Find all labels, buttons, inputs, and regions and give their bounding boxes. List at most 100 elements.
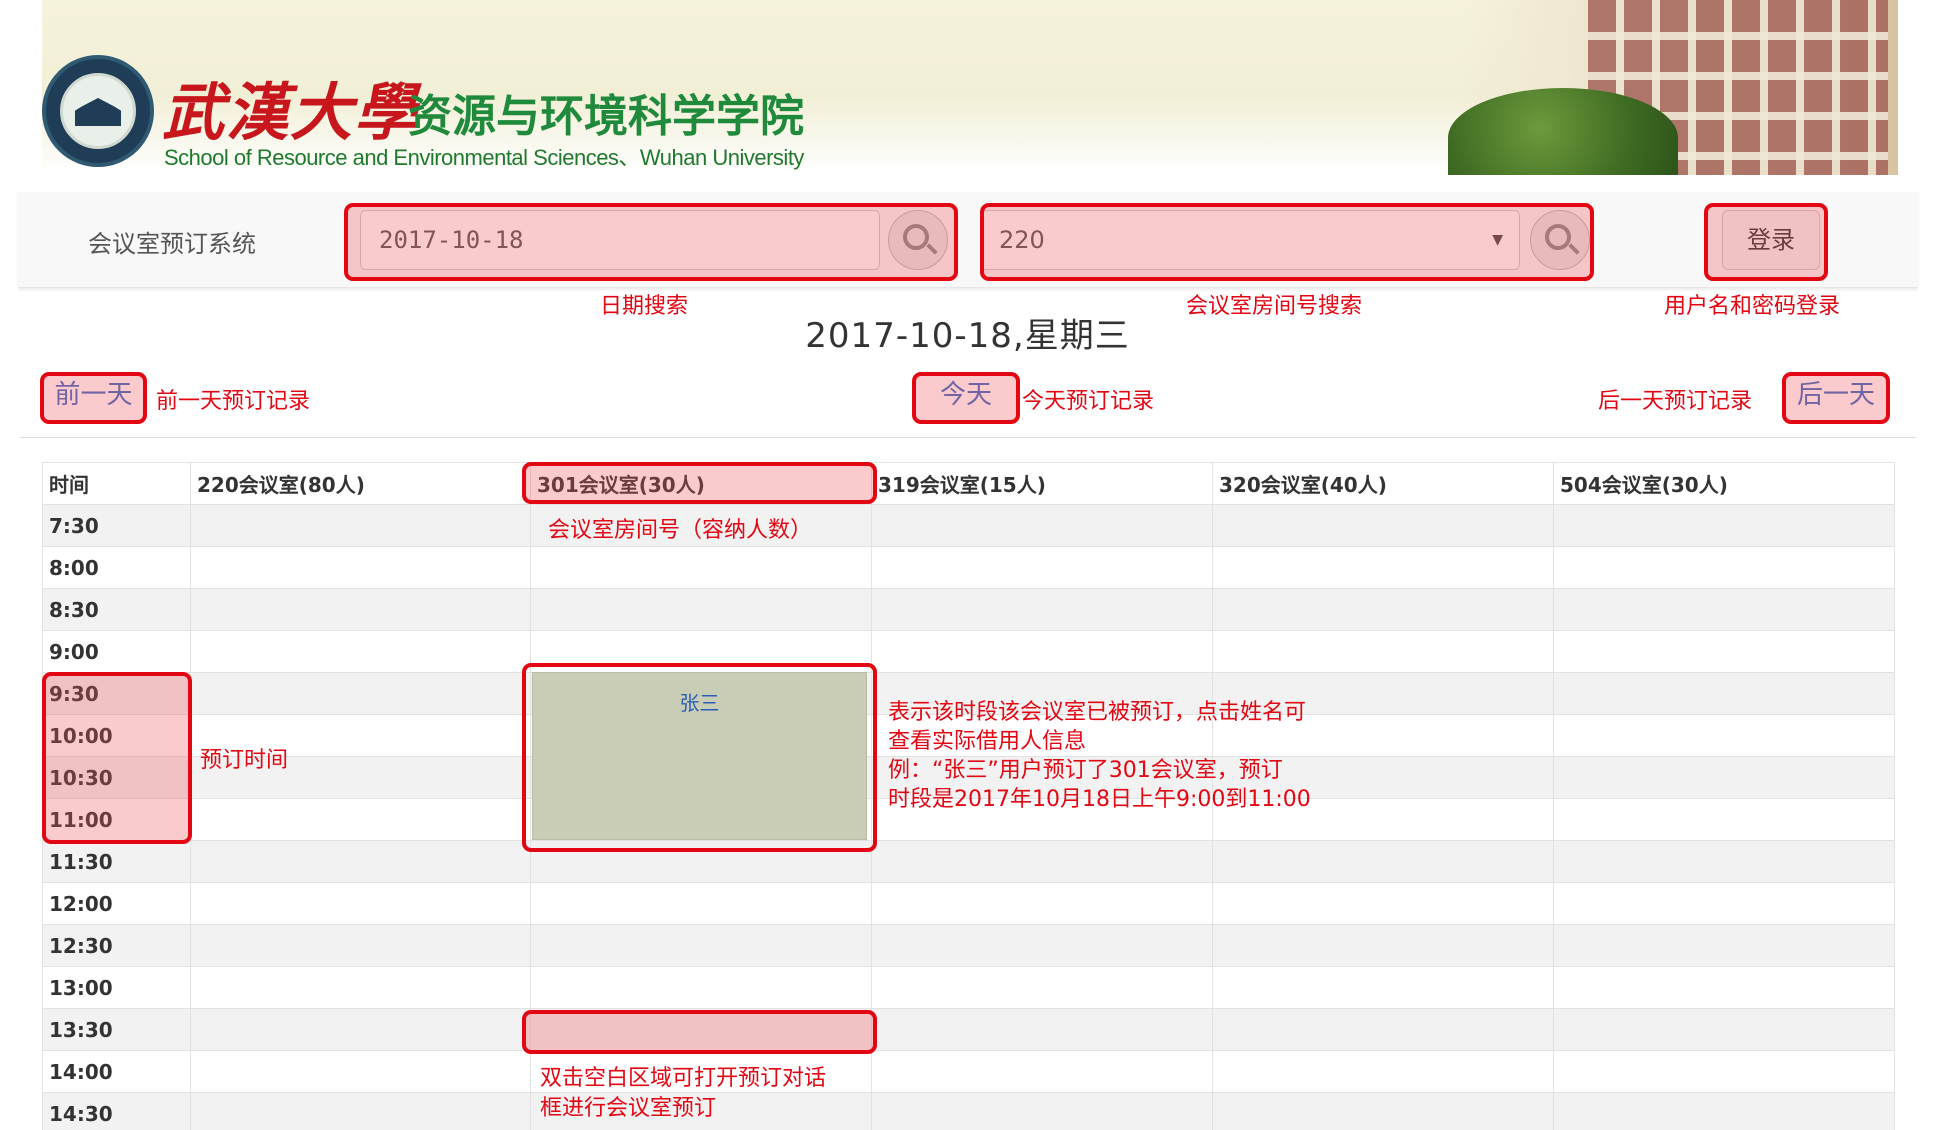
school-name-en: School of Resource and Environmental Sci… <box>164 145 804 170</box>
slot-cell[interactable] <box>1212 924 1554 967</box>
table-row: 12:30 <box>42 924 1895 967</box>
slot-cell[interactable] <box>190 798 531 841</box>
slot-cell[interactable] <box>190 1092 531 1130</box>
table-row: 7:30 <box>42 504 1895 547</box>
top-navbar: 会议室预订系统 2017-10-18 220 ▼ 登录 <box>18 192 1918 288</box>
room-select-value: 220 <box>999 226 1045 254</box>
note-booked-line1: 表示该时段该会议室已被预订，点击姓名可 <box>888 700 1307 725</box>
slot-cell[interactable] <box>1553 546 1895 589</box>
note-booked-line3: 例：“张三”用户预订了301会议室，预订 <box>888 758 1283 783</box>
note-room-number: 会议室房间号（容纳人数） <box>548 518 813 543</box>
slot-cell[interactable] <box>530 966 872 1009</box>
slot-cell[interactable] <box>1553 714 1895 757</box>
slot-cell[interactable] <box>190 588 531 631</box>
table-row: 9:00 <box>42 630 1895 673</box>
note-booked-line2: 查看实际借用人信息 <box>888 729 1087 754</box>
slot-cell[interactable] <box>871 546 1213 589</box>
slot-cell[interactable] <box>190 840 531 883</box>
slot-cell[interactable] <box>530 588 872 631</box>
next-day-link[interactable]: 后一天 <box>1782 374 1890 411</box>
time-cell: 11:00 <box>42 798 191 841</box>
slot-cell[interactable] <box>1212 1008 1554 1051</box>
university-brand-calligraphy: 武漢大學 <box>162 76 419 149</box>
slot-cell[interactable] <box>1212 1050 1554 1093</box>
slot-cell[interactable] <box>190 504 531 547</box>
slot-cell[interactable] <box>1212 882 1554 925</box>
slot-cell[interactable] <box>1553 1092 1895 1130</box>
slot-cell[interactable] <box>1212 504 1554 547</box>
slot-cell[interactable] <box>1212 840 1554 883</box>
slot-cell[interactable] <box>190 882 531 925</box>
slot-cell[interactable] <box>1553 882 1895 925</box>
note-next-record: 后一天预订记录 <box>1598 389 1753 414</box>
slot-cell[interactable] <box>871 630 1213 673</box>
slot-cell[interactable] <box>1553 588 1895 631</box>
slot-cell[interactable] <box>190 924 531 967</box>
system-title[interactable]: 会议室预订系统 <box>88 224 256 259</box>
logo-building-icon <box>75 98 121 126</box>
slot-cell[interactable] <box>1212 588 1554 631</box>
slot-cell[interactable] <box>1553 924 1895 967</box>
slot-cell[interactable] <box>1553 1050 1895 1093</box>
slot-cell[interactable] <box>1553 504 1895 547</box>
slot-cell[interactable] <box>530 546 872 589</box>
today-link[interactable]: 今天 <box>912 374 1020 411</box>
slot-cell[interactable] <box>1553 672 1895 715</box>
time-cell: 12:00 <box>42 882 191 925</box>
slot-cell[interactable] <box>1553 756 1895 799</box>
slot-cell[interactable] <box>190 672 531 715</box>
slot-cell[interactable] <box>190 1050 531 1093</box>
room-column-header: 220会议室(80人) <box>190 462 531 505</box>
prev-day-link[interactable]: 前一天 <box>40 374 147 411</box>
table-row: 14:30 <box>42 1092 1895 1130</box>
time-cell: 12:30 <box>42 924 191 967</box>
slot-cell[interactable] <box>530 882 872 925</box>
login-button[interactable]: 登录 <box>1722 210 1820 270</box>
slot-cell[interactable] <box>190 1008 531 1051</box>
date-search-button[interactable] <box>888 210 948 270</box>
slot-cell[interactable] <box>1553 966 1895 1009</box>
divider <box>20 437 1916 438</box>
slot-cell[interactable] <box>871 840 1213 883</box>
slot-cell[interactable] <box>1212 546 1554 589</box>
slot-cell[interactable] <box>190 966 531 1009</box>
slot-cell[interactable] <box>871 1050 1213 1093</box>
slot-cell[interactable] <box>530 630 872 673</box>
header-banner: 武漢大學 资源与环境科学学院 School of Resource and En… <box>42 0 1898 175</box>
slot-cell[interactable] <box>1212 630 1554 673</box>
slot-cell[interactable] <box>871 1008 1213 1051</box>
time-cell: 10:00 <box>42 714 191 757</box>
slot-cell[interactable] <box>1553 840 1895 883</box>
note-blank-line2: 框进行会议室预订 <box>540 1096 717 1121</box>
time-cell: 13:00 <box>42 966 191 1009</box>
table-row: 13:00 <box>42 966 1895 1009</box>
note-date-search: 日期搜索 <box>600 294 689 319</box>
time-cell: 10:30 <box>42 756 191 799</box>
slot-cell[interactable] <box>190 546 531 589</box>
slot-cell[interactable] <box>871 966 1213 1009</box>
slot-cell[interactable] <box>530 1008 872 1051</box>
date-search-input[interactable]: 2017-10-18 <box>360 210 880 270</box>
slot-cell[interactable] <box>530 840 872 883</box>
slot-cell[interactable] <box>871 1092 1213 1130</box>
slot-cell[interactable] <box>871 504 1213 547</box>
slot-cell[interactable] <box>1553 798 1895 841</box>
slot-cell[interactable] <box>871 882 1213 925</box>
room-search-button[interactable] <box>1530 210 1590 270</box>
booked-slot[interactable]: 张三 <box>532 672 867 840</box>
time-cell: 14:30 <box>42 1092 191 1130</box>
slot-cell[interactable] <box>871 588 1213 631</box>
campus-building-photo <box>1448 0 1898 175</box>
booker-name-link[interactable]: 张三 <box>680 691 720 715</box>
slot-cell[interactable] <box>1212 1092 1554 1130</box>
slot-cell[interactable] <box>1553 1008 1895 1051</box>
slot-cell[interactable] <box>1553 630 1895 673</box>
note-prev-record: 前一天预订记录 <box>156 389 311 414</box>
slot-cell[interactable] <box>190 630 531 673</box>
slot-cell[interactable] <box>530 924 872 967</box>
room-number-select[interactable]: 220 ▼ <box>980 210 1520 270</box>
time-cell: 14:00 <box>42 1050 191 1093</box>
time-cell: 7:30 <box>42 504 191 547</box>
slot-cell[interactable] <box>1212 966 1554 1009</box>
slot-cell[interactable] <box>871 924 1213 967</box>
